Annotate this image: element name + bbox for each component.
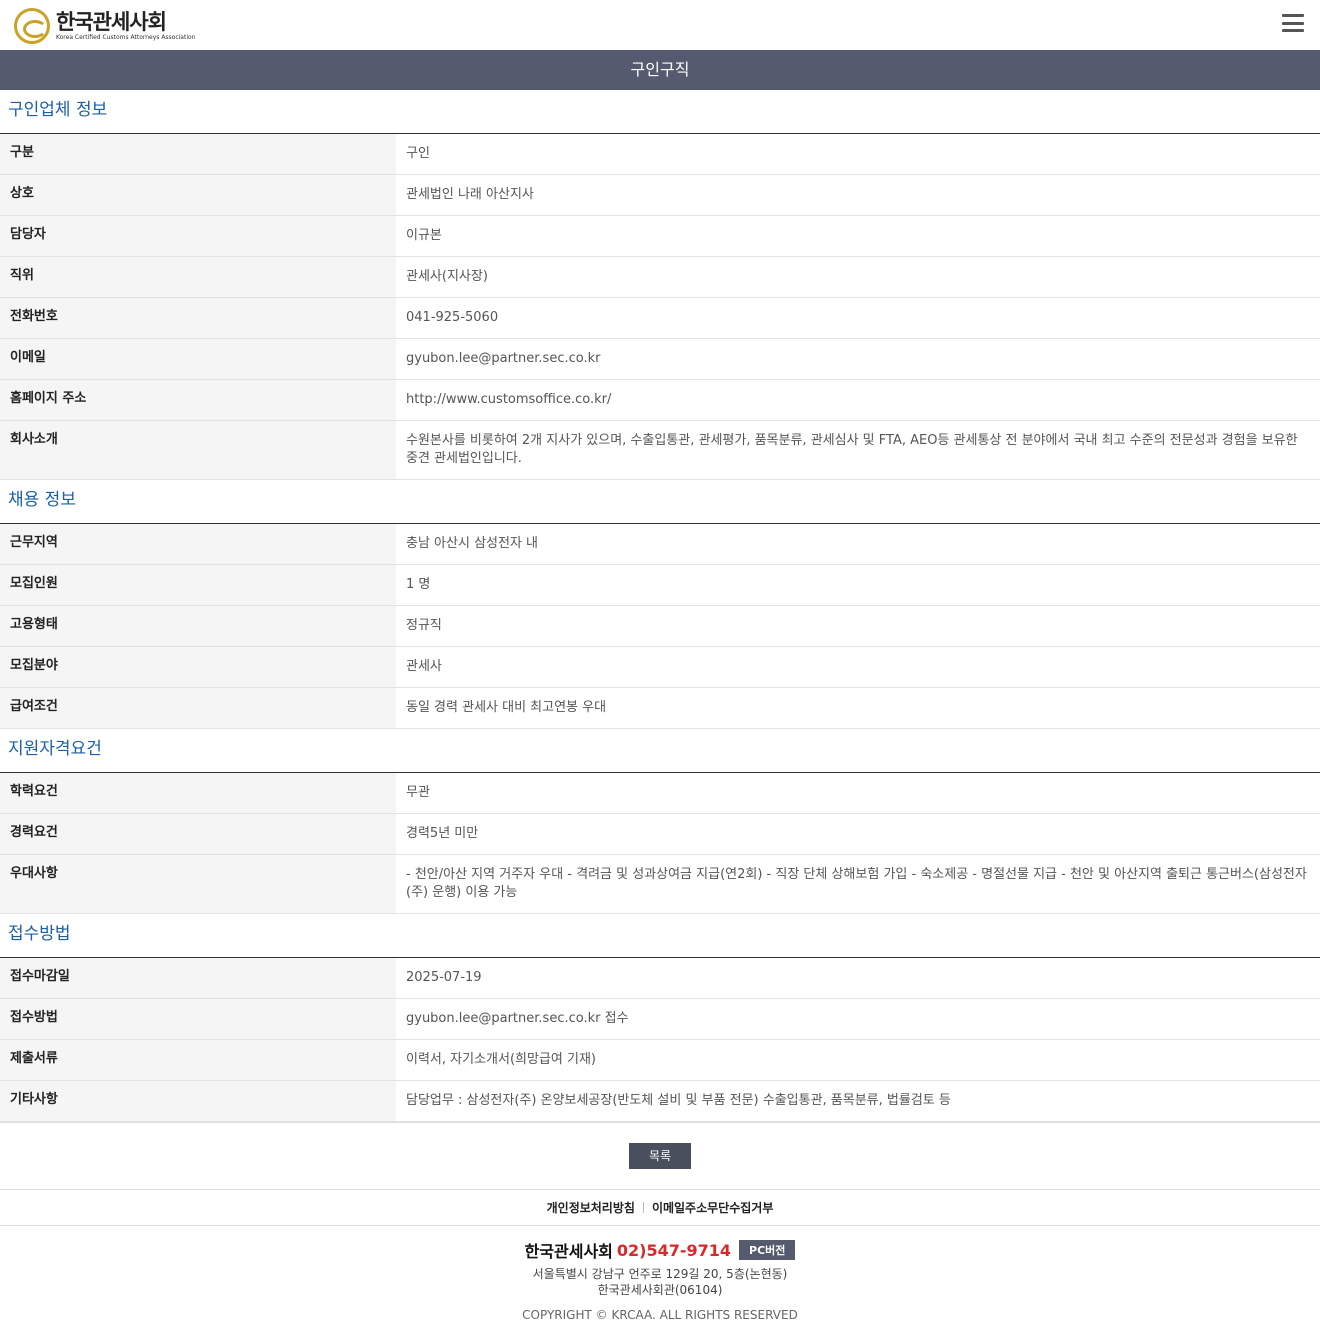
section-title-apply: 접수방법 [0,914,1320,958]
row-value: http://www.customsoffice.co.kr/ [406,392,612,407]
qualification-table: 학력요건 무관 경력요건 경력5년 미만 우대사항 - 천안/아산 지역 거주자 우대… [0,773,1320,914]
row-label: 홈페이지 주소 [0,380,396,420]
table-row: 경력요건 경력5년 미만 [0,814,1320,855]
row-label: 급여조건 [0,688,396,728]
table-row: 근무지역 충남 아산시 삼성전자 내 [0,524,1320,565]
row-label: 모집인원 [0,565,396,605]
table-row: 홈페이지 주소 http://www.customsoffice.co.kr/ [0,380,1320,421]
row-label: 고용형태 [0,606,396,646]
row-value: 수원본사를 비롯하여 2개 지사가 있으며, 수출입통관, 관세평가, 품목분류… [406,433,1298,466]
row-value: gyubon.lee@partner.sec.co.kr [406,351,601,366]
link-divider [642,1202,644,1213]
row-value: 충남 아산시 삼성전자 내 [406,536,538,551]
row-value: 관세법인 나래 아산지사 [406,187,534,202]
table-row: 우대사항 - 천안/아산 지역 거주자 우대 - 격려금 및 성과상여금 지급(연… [0,855,1320,914]
logo-title: 한국관세사회 [56,10,167,34]
apply-info-table: 접수마감일 2025-07-19 접수방법 gyubon.lee@partner.s… [0,958,1320,1122]
row-label: 직위 [0,257,396,297]
row-label: 근무지역 [0,524,396,564]
row-value: 담당업무 : 삼성전자(주) 온양보세공장(반도체 설비 및 부품 전문) 수출… [406,1093,951,1108]
row-value: 관세사 [406,659,442,674]
pc-version-button[interactable]: PC버전 [739,1240,796,1260]
email-refusal-link[interactable]: 이메일주소무단수집거부 [652,1199,773,1216]
row-label: 전화번호 [0,298,396,338]
row-value: 041-925-5060 [406,310,499,325]
row-label: 경력요건 [0,814,396,854]
table-row: 구분 구인 [0,134,1320,175]
table-row: 기타사항 담당업무 : 삼성전자(주) 온양보세공장(반도체 설비 및 부품 전문… [0,1081,1320,1122]
footer-copyright: COPYRIGHT © KRCAA. ALL RIGHTS RESERVED [522,1308,798,1322]
footer-org-line: 한국관세사회 02)547-9714 PC버전 [525,1238,796,1262]
row-value: 1 명 [406,577,431,592]
row-value: 경력5년 미만 [406,826,479,841]
table-row: 급여조건 동일 경력 관세사 대비 최고연봉 우대 [0,688,1320,729]
table-row: 상호 관세법인 나래 아산지사 [0,175,1320,216]
company-info-table: 구분 구인 상호 관세법인 나래 아산지사 담당자 이규본 직위 관세사(지사장) 전화… [0,134,1320,480]
row-label: 회사소개 [0,421,396,479]
footer-org-name: 한국관세사회 [524,1242,613,1261]
row-label: 구분 [0,134,396,174]
row-value: 이력서, 자기소개서(희망급여 기재) [406,1052,596,1067]
table-row: 담당자 이규본 [0,216,1320,257]
page-title: 구인구직 [0,50,1320,90]
row-label: 접수방법 [0,999,396,1039]
table-row: 모집분야 관세사 [0,647,1320,688]
list-button[interactable]: 목록 [629,1143,691,1169]
footer-address-line2: 한국관세사회관(06104) [597,1283,723,1297]
row-label: 담당자 [0,216,396,256]
footer: 한국관세사회 02)547-9714 PC버전 서울특별시 강남구 언주로 12… [0,1226,1320,1322]
row-label: 상호 [0,175,396,215]
row-value: 구인 [406,146,430,161]
table-row: 제출서류 이력서, 자기소개서(희망급여 기재) [0,1040,1320,1081]
row-value: 동일 경력 관세사 대비 최고연봉 우대 [406,700,607,715]
row-label: 학력요건 [0,773,396,813]
table-row: 직위 관세사(지사장) [0,257,1320,298]
table-row: 회사소개 수원본사를 비롯하여 2개 지사가 있으며, 수출입통관, 관세평가, … [0,421,1320,480]
logo-subtitle: Korea Certified Customs Attorneys Associ… [56,34,196,41]
row-value: gyubon.lee@partner.sec.co.kr 접수 [406,1011,629,1026]
table-row: 고용형태 정규직 [0,606,1320,647]
row-label: 이메일 [0,339,396,379]
section-title-recruit: 채용 정보 [0,480,1320,524]
button-area: 목록 [0,1122,1320,1189]
row-label: 우대사항 [0,855,396,913]
hamburger-menu-icon[interactable] [1282,14,1304,32]
row-value: 정규직 [406,618,442,633]
section-title-company: 구인업체 정보 [0,90,1320,134]
row-label: 제출서류 [0,1040,396,1080]
row-label: 접수마감일 [0,958,396,998]
row-value: 무관 [406,785,430,800]
header: 한국관세사회 Korea Certified Customs Attorneys… [0,0,1320,50]
privacy-policy-link[interactable]: 개인정보처리방침 [547,1199,635,1216]
footer-address-line1: 서울특별시 강남구 언주로 129길 20, 5층(논현동) [532,1267,788,1281]
logo-emblem-icon [14,8,50,44]
table-row: 전화번호 041-925-5060 [0,298,1320,339]
row-label: 모집분야 [0,647,396,687]
row-value: 관세사(지사장) [406,269,488,284]
table-row: 학력요건 무관 [0,773,1320,814]
row-value: 2025-07-19 [406,970,482,985]
row-label: 기타사항 [0,1081,396,1121]
row-value: - 천안/아산 지역 거주자 우대 - 격려금 및 성과상여금 지급(연2회) … [406,867,1307,900]
row-value: 이규본 [406,228,442,243]
footer-address: 서울특별시 강남구 언주로 129길 20, 5층(논현동) 한국관세사회관(0… [0,1266,1320,1298]
table-row: 모집인원 1 명 [0,565,1320,606]
table-row: 이메일 gyubon.lee@partner.sec.co.kr [0,339,1320,380]
recruit-info-table: 근무지역 충남 아산시 삼성전자 내 모집인원 1 명 고용형태 정규직 모집분야 관세… [0,524,1320,729]
logo[interactable]: 한국관세사회 Korea Certified Customs Attorneys… [14,8,195,44]
footer-links: 개인정보처리방침 이메일주소무단수집거부 [0,1189,1320,1226]
table-row: 접수방법 gyubon.lee@partner.sec.co.kr 접수 [0,999,1320,1040]
table-row: 접수마감일 2025-07-19 [0,958,1320,999]
section-title-qualification: 지원자격요건 [0,729,1320,773]
footer-phone: 02)547-9714 [616,1240,732,1260]
